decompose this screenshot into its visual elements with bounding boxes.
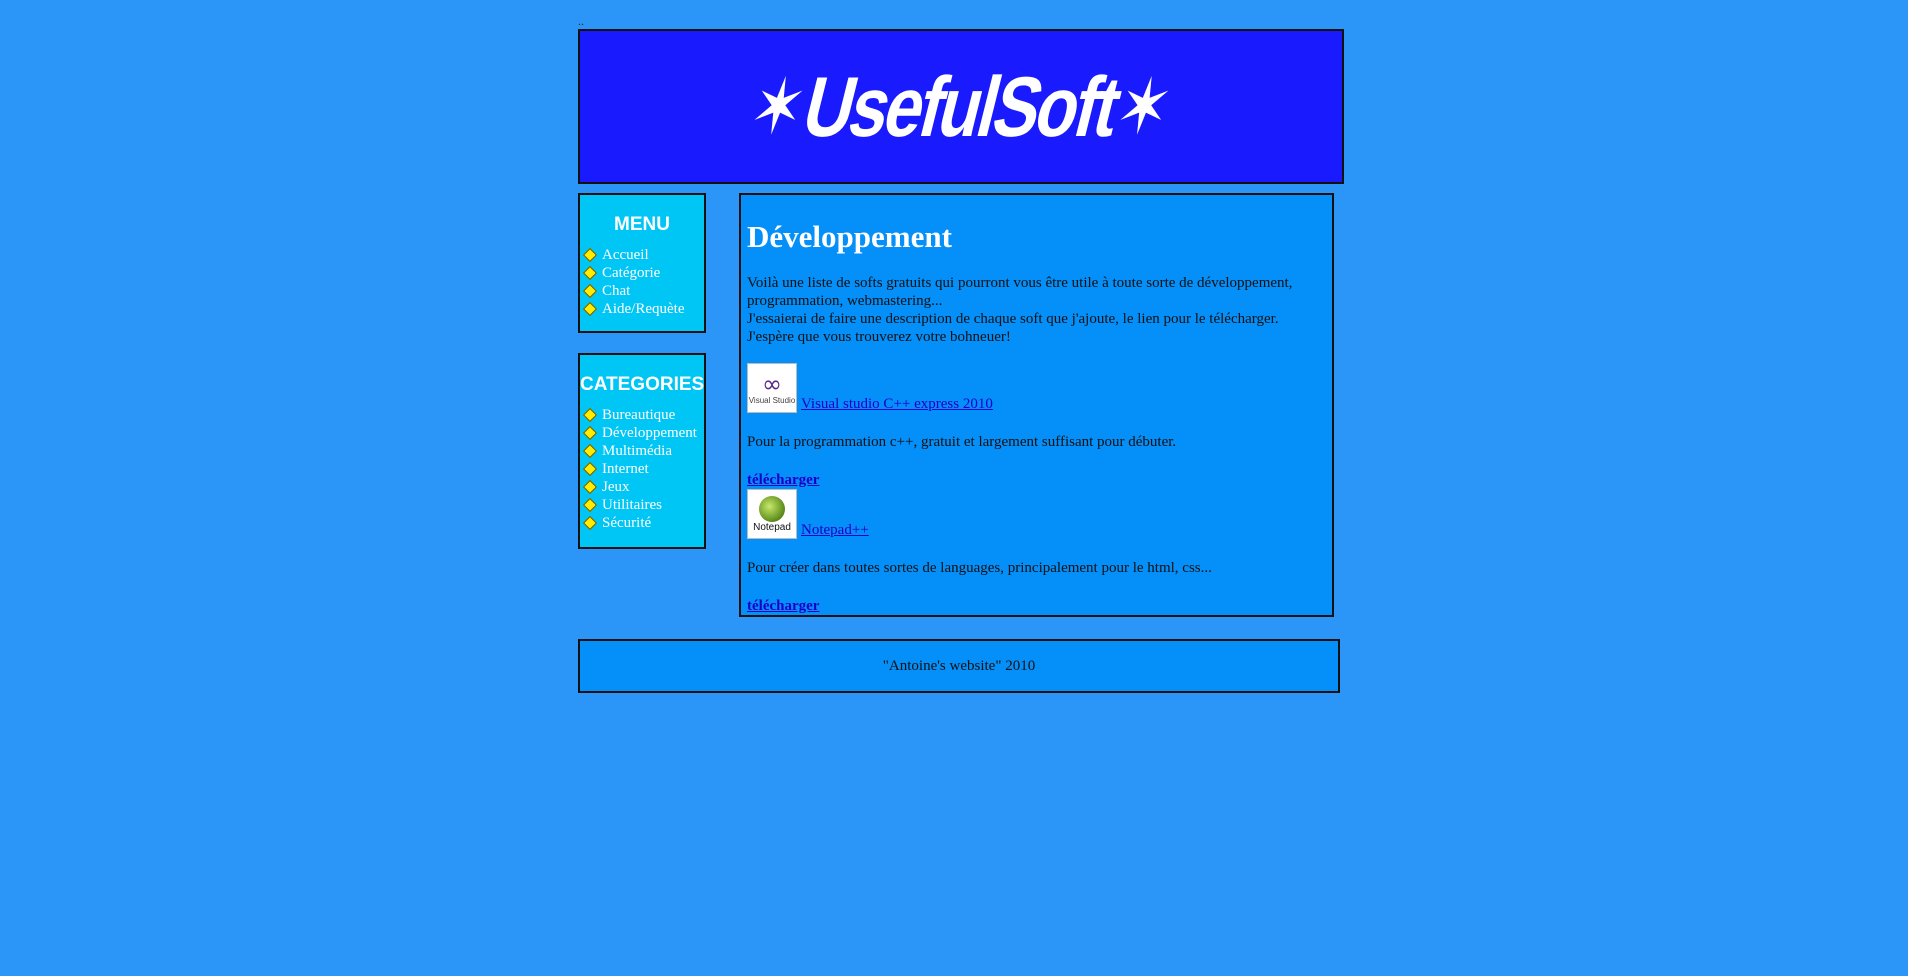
menu-title: MENU xyxy=(614,214,670,235)
notepad-logo-caption: Notepad xyxy=(753,521,791,533)
menu-item-aide[interactable]: Aide/Requète xyxy=(582,300,704,318)
category-item-internet[interactable]: Internet xyxy=(582,460,704,478)
soft-link-visual-studio[interactable]: Visual studio C++ express 2010 xyxy=(801,396,993,413)
category-item-multimedia[interactable]: Multimédia xyxy=(582,442,704,460)
diamond-bullet-icon xyxy=(582,461,598,477)
diamond-bullet-icon xyxy=(582,497,598,513)
diamond-bullet-icon xyxy=(582,443,598,459)
category-item-label[interactable]: Jeux xyxy=(602,479,630,496)
category-item-label[interactable]: Internet xyxy=(602,461,649,478)
page-title: Développement xyxy=(747,219,952,254)
soft-entry-visual-studio: ∞ Visual Studio Visual studio C++ expres… xyxy=(747,363,1332,489)
diamond-bullet-icon xyxy=(582,247,598,263)
diamond-bullet-icon xyxy=(582,283,598,299)
soft-entry-notepad: Notepad Notepad++ Pour créer dans toutes… xyxy=(747,489,1332,615)
menu-item-accueil[interactable]: Accueil xyxy=(582,246,704,264)
intro-line: J'espère que vous trouverez votre bohneu… xyxy=(747,329,1011,345)
category-item-label[interactable]: Sécurité xyxy=(602,515,651,532)
category-item-securite[interactable]: Sécurité xyxy=(582,514,704,532)
categories-list: Bureautique Développement Multimédia Int… xyxy=(580,406,704,532)
visual-studio-logo-symbol: ∞ xyxy=(762,369,782,398)
menu-item-categorie[interactable]: Catégorie xyxy=(582,264,704,282)
category-item-bureautique[interactable]: Bureautique xyxy=(582,406,704,424)
main-content: Développement Voilà une liste de softs g… xyxy=(739,193,1334,617)
download-link-notepad[interactable]: télécharger xyxy=(747,598,1332,615)
category-item-label[interactable]: Utilitaires xyxy=(602,497,662,514)
category-item-jeux[interactable]: Jeux xyxy=(582,478,704,496)
logo-text: UsefulSoft xyxy=(794,59,1128,154)
notepad-chameleon-icon xyxy=(759,495,785,522)
top-marker: .. xyxy=(578,14,584,28)
intro-line: Voilà une liste de softs gratuits qui po… xyxy=(747,275,1293,291)
menu-item-chat[interactable]: Chat xyxy=(582,282,704,300)
intro-line: J'essaierai de faire une description de … xyxy=(747,311,1279,327)
diamond-bullet-icon xyxy=(582,407,598,423)
diamond-bullet-icon xyxy=(582,425,598,441)
menu-box: MENU Accueil Catégorie Chat Aide/Requète xyxy=(578,193,706,333)
visual-studio-logo-caption: Visual Studio xyxy=(748,395,796,405)
categories-box: CATEGORIES Bureautique Développement Mul… xyxy=(578,353,706,549)
visual-studio-logo-icon[interactable]: ∞ Visual Studio xyxy=(747,363,797,413)
category-item-label[interactable]: Multimédia xyxy=(602,443,672,460)
category-item-developpement[interactable]: Développement xyxy=(582,424,704,442)
soft-link-notepad[interactable]: Notepad++ xyxy=(801,522,869,539)
categories-title: CATEGORIES xyxy=(580,374,705,395)
category-item-utilitaires[interactable]: Utilitaires xyxy=(582,496,704,514)
diamond-bullet-icon xyxy=(582,479,598,495)
site-banner: ✶ UsefulSoft ✶ xyxy=(578,29,1344,184)
menu-list: Accueil Catégorie Chat Aide/Requète xyxy=(580,246,704,318)
menu-item-label[interactable]: Aide/Requète xyxy=(602,301,684,318)
footer-text: "Antoine's website" 2010 xyxy=(882,657,1036,674)
site-logo[interactable]: ✶ UsefulSoft ✶ xyxy=(741,59,1182,154)
intro-text: Voilà une liste de softs gratuits qui po… xyxy=(747,274,1332,346)
diamond-bullet-icon xyxy=(582,265,598,281)
soft-description: Pour créer dans toutes sortes de languag… xyxy=(747,560,1212,576)
soft-description: Pour la programmation c++, gratuit et la… xyxy=(747,434,1177,450)
diamond-bullet-icon xyxy=(582,301,598,317)
diamond-bullet-icon xyxy=(582,515,598,531)
intro-line: programmation, webmastering... xyxy=(747,293,943,309)
download-link-visual-studio[interactable]: télécharger xyxy=(747,472,1332,489)
category-item-label[interactable]: Bureautique xyxy=(602,407,675,424)
category-item-label[interactable]: Développement xyxy=(602,425,697,442)
site-footer: "Antoine's website" 2010 xyxy=(578,639,1340,693)
menu-item-label[interactable]: Catégorie xyxy=(602,265,660,282)
menu-item-label[interactable]: Accueil xyxy=(602,247,649,264)
notepad-logo-icon[interactable]: Notepad xyxy=(747,489,797,539)
menu-item-label[interactable]: Chat xyxy=(602,283,630,300)
